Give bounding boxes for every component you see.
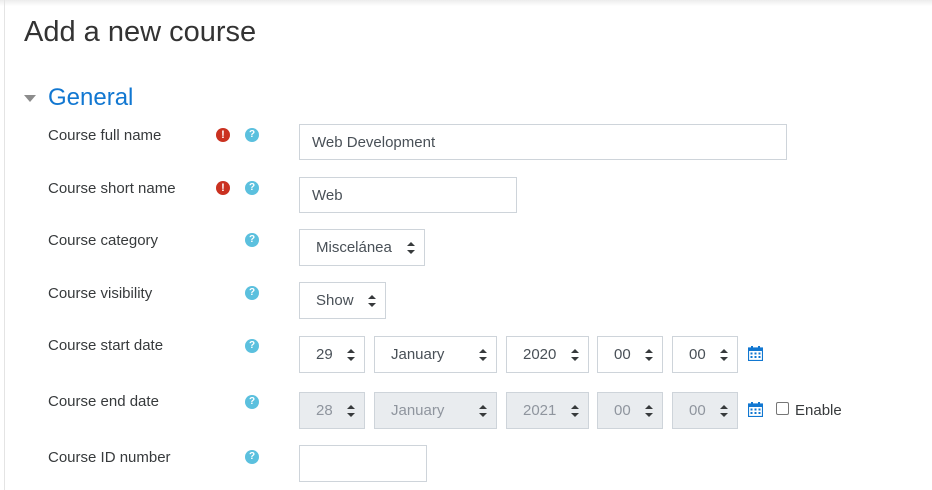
left-border: [4, 0, 5, 490]
section-title: General: [48, 84, 134, 111]
page-title: Add a new course: [24, 16, 257, 48]
end-day-select: 28: [299, 392, 365, 429]
end-year-select: 2021: [506, 392, 589, 429]
end-month-value: January: [391, 402, 445, 419]
help-icon[interactable]: ?: [245, 233, 259, 247]
end-year-value: 2021: [523, 402, 557, 419]
select-arrows-icon: [347, 348, 355, 361]
select-arrows-icon: [479, 404, 487, 417]
help-icon[interactable]: ?: [245, 128, 259, 142]
select-arrows-icon: [720, 404, 728, 417]
idnumber-input[interactable]: [299, 445, 427, 482]
end-month-select: January: [374, 392, 497, 429]
caret-down-icon: [24, 95, 36, 102]
category-label: Course category: [48, 232, 159, 249]
category-value: Miscelánea: [316, 239, 392, 256]
visibility-value: Show: [316, 292, 354, 309]
end-minute-select: 00: [672, 392, 738, 429]
start-month-select[interactable]: January: [374, 336, 497, 373]
end-hour-select: 00: [597, 392, 663, 429]
fullname-input[interactable]: [299, 124, 787, 160]
start-minute-value: 00: [689, 346, 706, 363]
select-arrows-icon: [720, 348, 728, 361]
help-icon[interactable]: ?: [245, 286, 259, 300]
calendar-icon[interactable]: [748, 402, 763, 417]
select-arrows-icon: [347, 404, 355, 417]
top-shadow: [0, 0, 932, 6]
visibility-label: Course visibility: [48, 285, 153, 302]
startdate-label: Course start date: [48, 337, 164, 354]
start-month-value: January: [391, 346, 445, 363]
start-year-value: 2020: [523, 346, 557, 363]
enddate-label: Course end date: [48, 393, 159, 410]
shortname-input[interactable]: [299, 177, 517, 213]
start-minute-select[interactable]: 00: [672, 336, 738, 373]
category-select[interactable]: Miscelánea: [299, 229, 425, 266]
enable-label[interactable]: Enable: [795, 402, 842, 419]
end-day-value: 28: [316, 402, 333, 419]
section-toggle-general[interactable]: General: [24, 83, 133, 113]
select-arrows-icon: [645, 404, 653, 417]
start-day-select[interactable]: 29: [299, 336, 365, 373]
help-icon[interactable]: ?: [245, 339, 259, 353]
select-arrows-icon: [571, 348, 579, 361]
end-hour-value: 00: [614, 402, 631, 419]
start-hour-select[interactable]: 00: [597, 336, 663, 373]
shortname-label: Course short name: [48, 180, 176, 197]
required-icon: !: [216, 181, 230, 195]
select-arrows-icon: [368, 294, 376, 307]
start-hour-value: 00: [614, 346, 631, 363]
visibility-select[interactable]: Show: [299, 282, 386, 319]
fullname-label: Course full name: [48, 127, 162, 144]
start-day-value: 29: [316, 346, 333, 363]
select-arrows-icon: [571, 404, 579, 417]
select-arrows-icon: [479, 348, 487, 361]
required-icon: !: [216, 128, 230, 142]
help-icon[interactable]: ?: [245, 450, 259, 464]
start-year-select[interactable]: 2020: [506, 336, 589, 373]
help-icon[interactable]: ?: [245, 395, 259, 409]
end-minute-value: 00: [689, 402, 706, 419]
select-arrows-icon: [407, 241, 415, 254]
enable-enddate-checkbox[interactable]: [776, 402, 789, 415]
idnumber-label: Course ID number: [48, 449, 171, 466]
help-icon[interactable]: ?: [245, 181, 259, 195]
select-arrows-icon: [645, 348, 653, 361]
calendar-icon[interactable]: [748, 346, 763, 361]
